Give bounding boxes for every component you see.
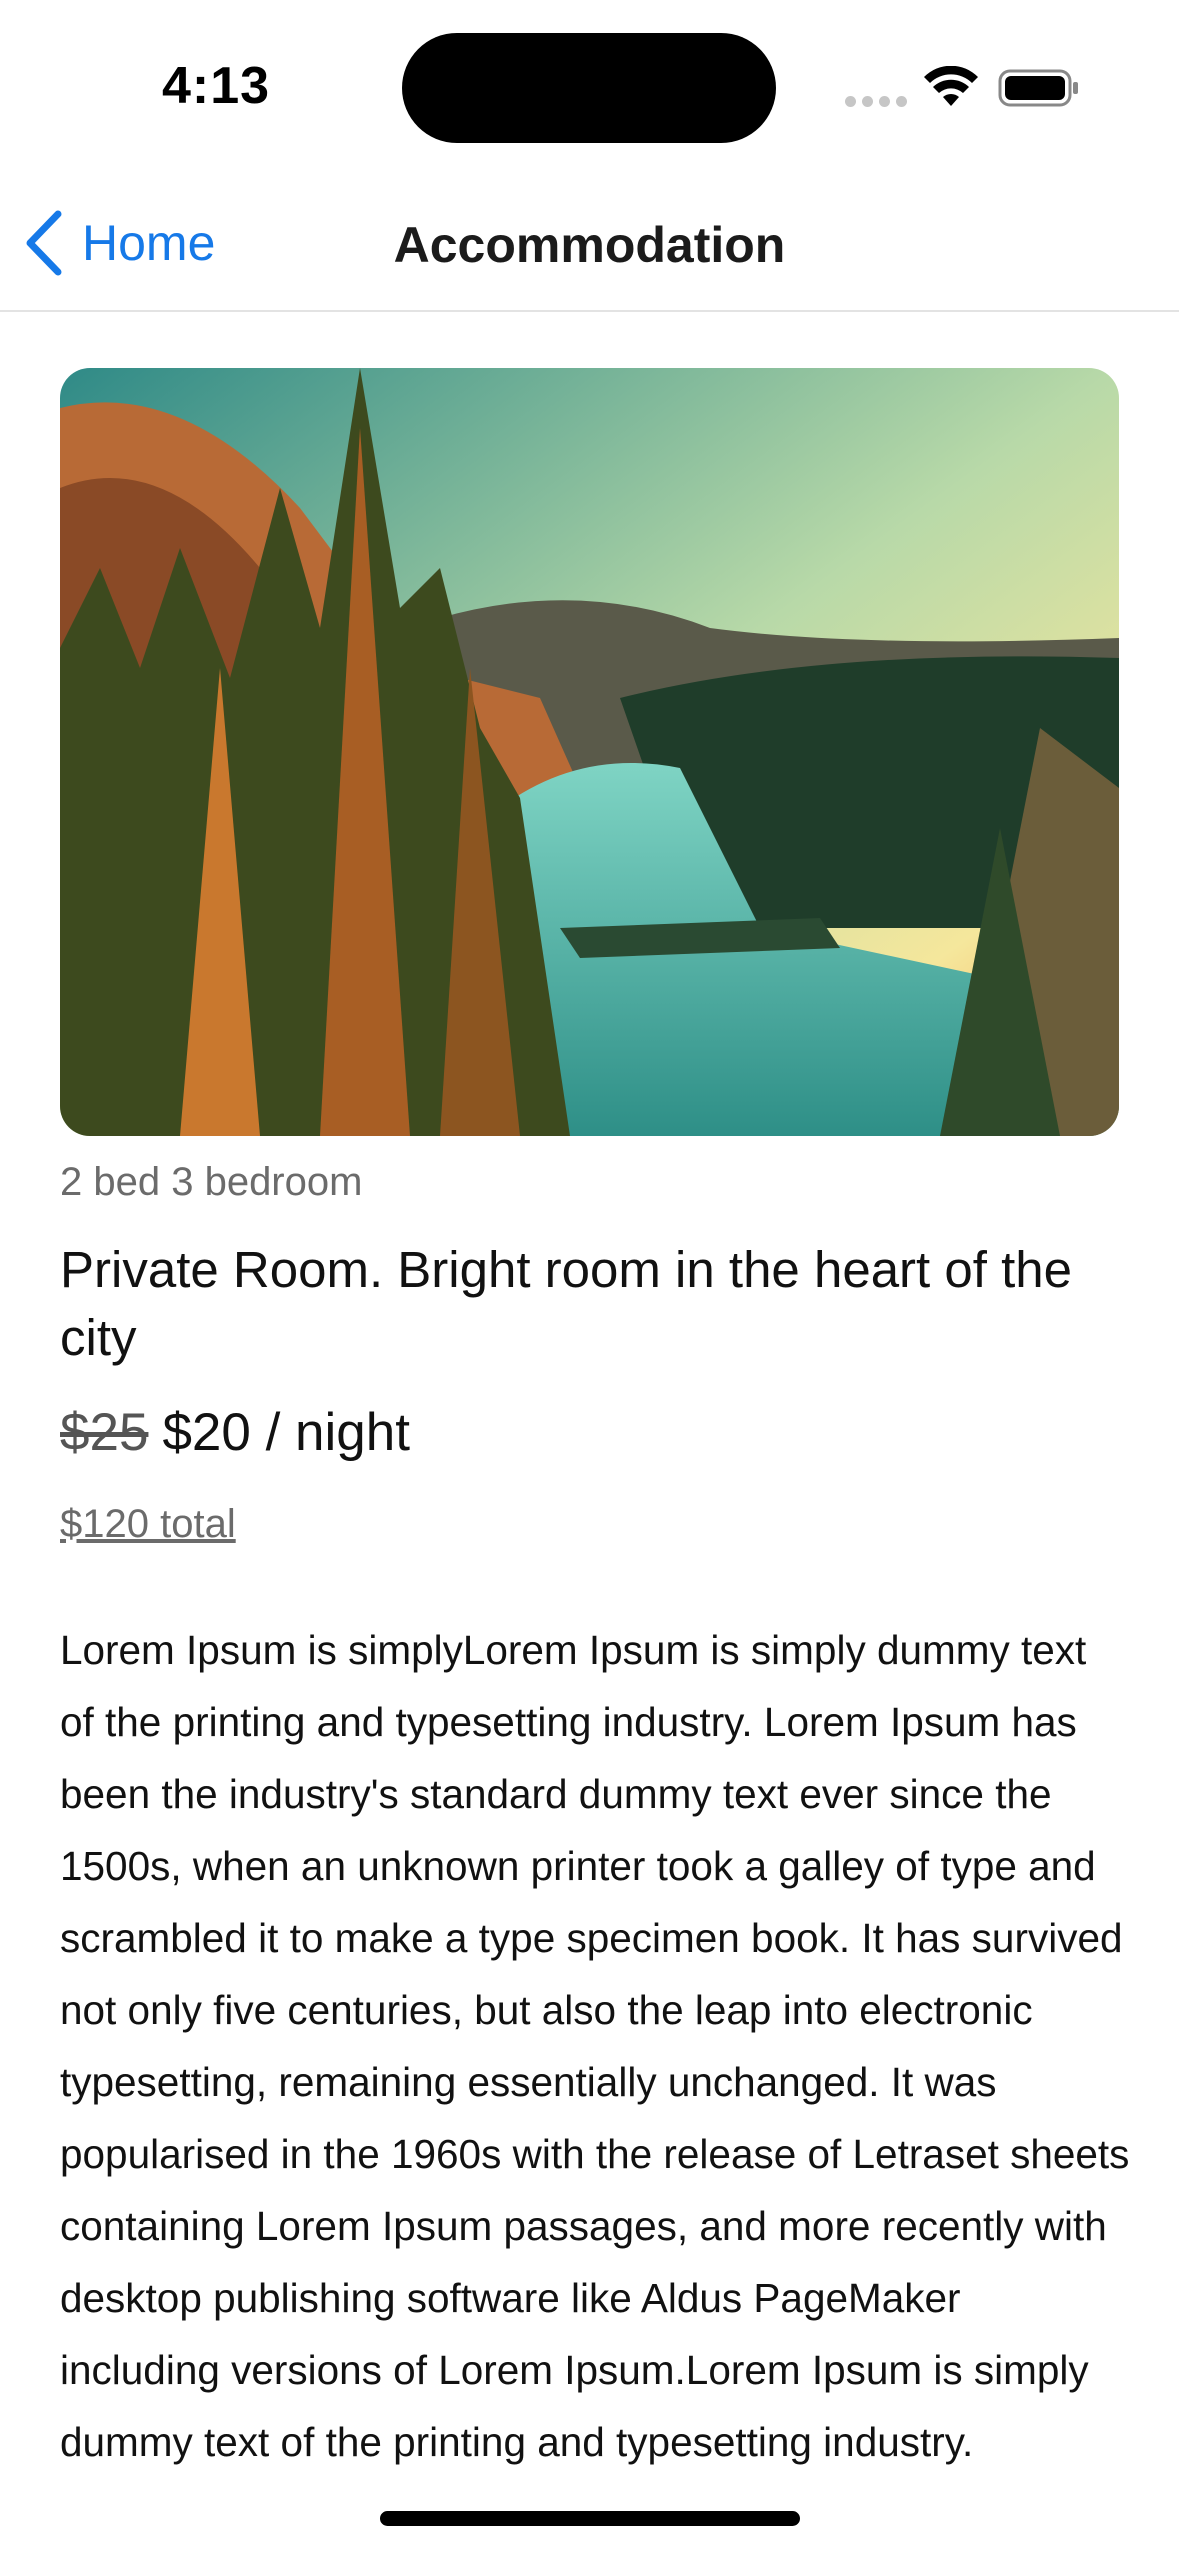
status-time: 4:13 — [162, 57, 271, 115]
wifi-icon — [924, 66, 978, 106]
listing-current-price: $20 / night — [162, 1403, 410, 1462]
home-indicator[interactable] — [380, 2511, 800, 2526]
navigation-bar: Home Accommodation — [0, 190, 1179, 312]
listing-old-price: $25 — [60, 1403, 149, 1462]
listing-beds: 2 bed 3 bedroom — [60, 1160, 363, 1204]
listing-description: Lorem Ipsum is simplyLorem Ipsum is simp… — [60, 1627, 1130, 2465]
status-bar: 4:13 — [0, 0, 1179, 170]
listing-price: $25 $20 / night — [60, 1402, 410, 1463]
page-title: Accommodation — [393, 217, 786, 273]
listing-title: Private Room. Bright room in the heart o… — [60, 1241, 1072, 1366]
cellular-signal-icon — [845, 96, 907, 107]
dynamic-island — [402, 33, 776, 143]
listing-total-link[interactable]: $120 total — [60, 1502, 236, 1547]
listing-photo — [60, 368, 1119, 1136]
battery-icon — [998, 69, 1078, 107]
